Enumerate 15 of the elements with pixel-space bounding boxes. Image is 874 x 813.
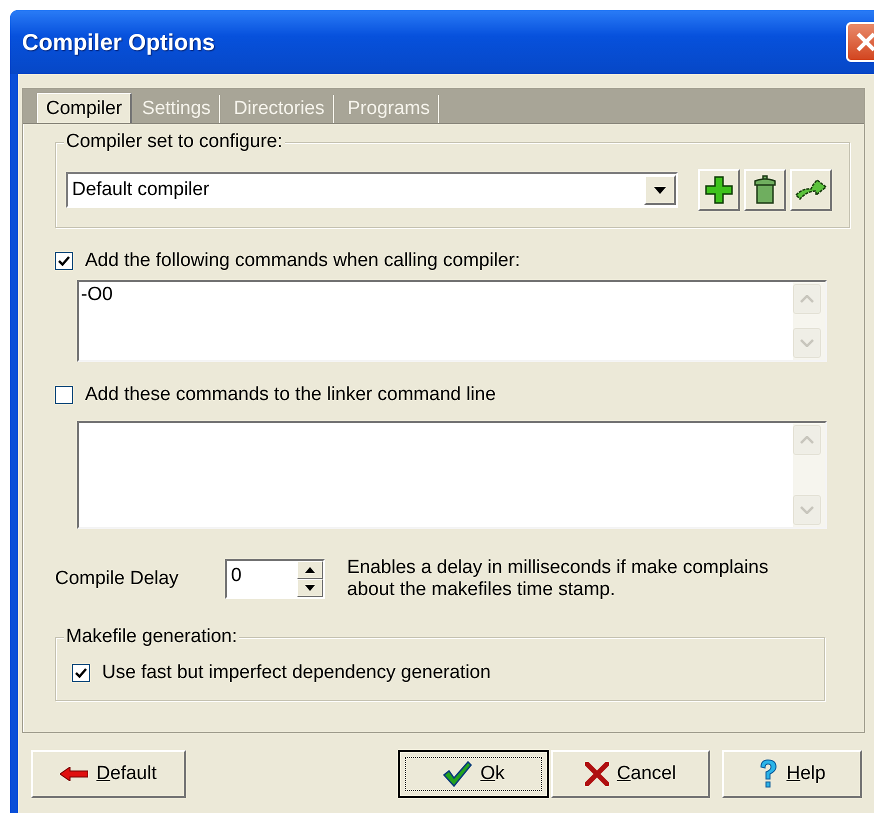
cancel-button[interactable]: Cancel [551,750,710,798]
group-label: Makefile generation: [64,626,240,648]
compile-delay-spinner[interactable]: 0 [225,559,325,599]
checkbox-label: Add the following commands when calling compiler: [85,250,520,272]
checkbox-label: Use fast but imperfect dependency generation [102,662,491,684]
ok-button[interactable]: Ok [398,750,549,798]
tab[interactable]: Compiler [37,93,132,123]
compile-delay-label: Compile Delay [55,568,180,590]
default-button[interactable]: Default [31,750,186,798]
compile-delay-description: Enables a delay in milliseconds if make complains about the makefiles time stamp. [347,557,770,601]
window-title: Compiler Options [22,28,215,56]
group-label: Compiler set to configure: [64,131,284,153]
checkbox-label: Add these commands to the linker command line [85,384,496,406]
compiler-dropdown[interactable]: Default compiler [66,172,678,208]
help-button[interactable]: Help [722,750,862,798]
